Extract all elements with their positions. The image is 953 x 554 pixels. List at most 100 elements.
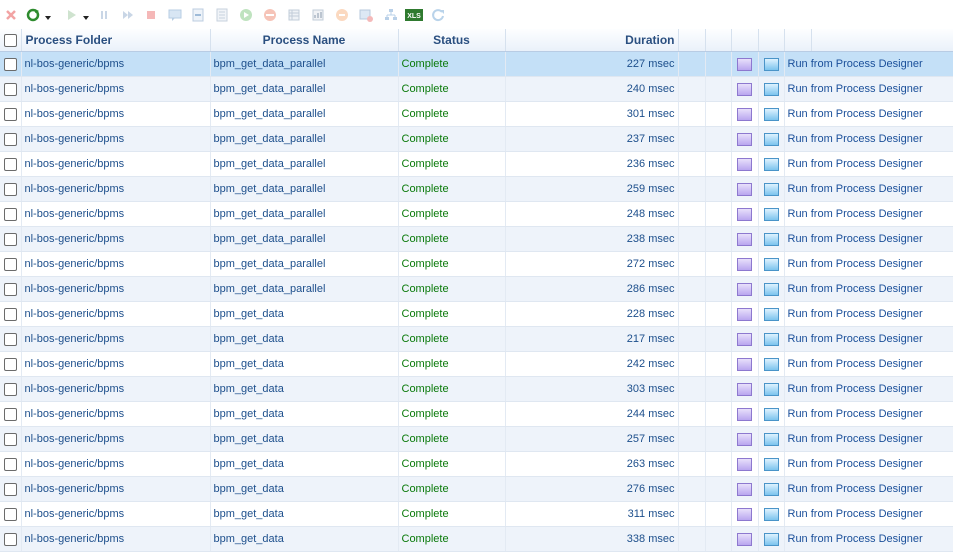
process-folder-cell[interactable]: nl-bos-generic/bpms [21,426,211,452]
open-window-icon[interactable] [763,332,779,346]
table-row[interactable]: nl-bos-generic/bpms bpm_get_data_parallel… [0,76,953,102]
row-checkbox[interactable] [3,182,17,196]
view-details-cell[interactable] [731,201,759,227]
table-row[interactable]: nl-bos-generic/bpms bpm_get_data_parallel… [0,201,953,227]
run-from-process-designer-link[interactable]: Run from Process Designer [784,451,953,477]
open-window-icon[interactable] [763,357,779,371]
column-header-blank-6[interactable] [811,29,953,52]
open-window-cell[interactable] [758,376,785,402]
view-details-cell[interactable] [731,76,759,102]
open-window-icon[interactable] [763,82,779,96]
view-details-icon[interactable] [737,82,752,96]
view-details-cell[interactable] [731,451,759,477]
run-from-process-designer-link[interactable]: Run from Process Designer [784,501,953,527]
document-icon[interactable] [215,8,229,22]
comment-icon[interactable] [168,8,182,22]
duration-cell[interactable]: 272 msec [505,251,679,277]
duration-cell[interactable]: 248 msec [505,201,679,227]
row-select-cell[interactable] [0,76,22,102]
process-name-cell[interactable]: bpm_get_data [210,351,399,377]
status-cell[interactable]: Complete [398,301,506,327]
view-details-cell[interactable] [731,51,759,77]
run-from-process-designer-link[interactable]: Run from Process Designer [784,426,953,452]
process-folder-cell[interactable]: nl-bos-generic/bpms [21,276,211,302]
view-details-cell[interactable] [731,301,759,327]
column-header-blank-4[interactable] [758,29,785,52]
view-details-icon[interactable] [737,457,752,471]
view-details-icon[interactable] [737,507,752,521]
open-window-cell[interactable] [758,501,785,527]
dropdown-icon[interactable] [44,11,52,25]
process-name-cell[interactable]: bpm_get_data_parallel [210,251,399,277]
run-from-process-designer-link[interactable]: Run from Process Designer [784,351,953,377]
status-cell[interactable]: Complete [398,276,506,302]
table-row[interactable]: nl-bos-generic/bpms bpm_get_data_parallel… [0,226,953,252]
run-from-process-designer-link[interactable]: Run from Process Designer [784,101,953,127]
row-select-cell[interactable] [0,251,22,277]
view-details-icon[interactable] [737,132,752,146]
run-from-process-designer-link[interactable]: Run from Process Designer [784,301,953,327]
duration-cell[interactable]: 217 msec [505,326,679,352]
process-folder-cell[interactable]: nl-bos-generic/bpms [21,101,211,127]
open-window-cell[interactable] [758,526,785,552]
open-window-cell[interactable] [758,176,785,202]
process-name-cell[interactable]: bpm_get_data_parallel [210,201,399,227]
process-folder-cell[interactable]: nl-bos-generic/bpms [21,176,211,202]
view-details-cell[interactable] [731,326,759,352]
process-folder-cell[interactable]: nl-bos-generic/bpms [21,326,211,352]
open-window-icon[interactable] [763,432,779,446]
view-details-cell[interactable] [731,501,759,527]
open-window-icon[interactable] [763,182,779,196]
dropdown-icon[interactable] [82,11,90,25]
view-details-icon[interactable] [737,207,752,221]
open-window-icon[interactable] [763,57,779,71]
row-checkbox[interactable] [3,257,17,271]
process-folder-cell[interactable]: nl-bos-generic/bpms [21,51,211,77]
view-details-cell[interactable] [731,251,759,277]
process-name-cell[interactable]: bpm_get_data [210,401,399,427]
duration-cell[interactable]: 338 msec [505,526,679,552]
duration-cell[interactable]: 237 msec [505,126,679,152]
process-folder-cell[interactable]: nl-bos-generic/bpms [21,126,211,152]
open-window-cell[interactable] [758,51,785,77]
row-checkbox[interactable] [3,357,17,371]
column-header-blank-2[interactable] [705,29,732,52]
run-from-process-designer-link[interactable]: Run from Process Designer [784,376,953,402]
table-row[interactable]: nl-bos-generic/bpms bpm_get_data Complete 2… [0,301,953,327]
row-checkbox[interactable] [3,457,17,471]
status-cell[interactable]: Complete [398,126,506,152]
view-details-icon[interactable] [737,232,752,246]
row-select-cell[interactable] [0,526,22,552]
table-row[interactable]: nl-bos-generic/bpms bpm_get_data Complete 2… [0,401,953,427]
row-checkbox[interactable] [3,157,17,171]
table-row[interactable]: nl-bos-generic/bpms bpm_get_data Complete 2… [0,326,953,352]
row-select-cell[interactable] [0,126,22,152]
process-folder-cell[interactable]: nl-bos-generic/bpms [21,151,211,177]
process-folder-cell[interactable]: nl-bos-generic/bpms [21,476,211,502]
open-window-cell[interactable] [758,451,785,477]
process-folder-cell[interactable]: nl-bos-generic/bpms [21,201,211,227]
image-icon[interactable] [359,8,373,22]
open-window-icon[interactable] [763,157,779,171]
table-row[interactable]: nl-bos-generic/bpms bpm_get_data_parallel… [0,151,953,177]
table-row[interactable]: nl-bos-generic/bpms bpm_get_data Complete 2… [0,351,953,377]
view-details-icon[interactable] [737,357,752,371]
row-checkbox[interactable] [3,232,17,246]
row-select-cell[interactable] [0,351,22,377]
reload-icon[interactable] [431,8,445,22]
row-select-cell[interactable] [0,226,22,252]
row-select-cell[interactable] [0,101,22,127]
status-cell[interactable]: Complete [398,376,506,402]
process-folder-cell[interactable]: nl-bos-generic/bpms [21,451,211,477]
process-folder-cell[interactable]: nl-bos-generic/bpms [21,301,211,327]
resume-icon[interactable] [121,8,135,22]
row-select-cell[interactable] [0,51,22,77]
process-name-cell[interactable]: bpm_get_data [210,501,399,527]
table-row[interactable]: nl-bos-generic/bpms bpm_get_data_parallel… [0,51,953,77]
process-name-cell[interactable]: bpm_get_data_parallel [210,176,399,202]
view-details-icon[interactable] [737,407,752,421]
status-cell[interactable]: Complete [398,201,506,227]
run-from-process-designer-link[interactable]: Run from Process Designer [784,326,953,352]
view-details-icon[interactable] [737,57,752,71]
open-window-icon[interactable] [763,257,779,271]
